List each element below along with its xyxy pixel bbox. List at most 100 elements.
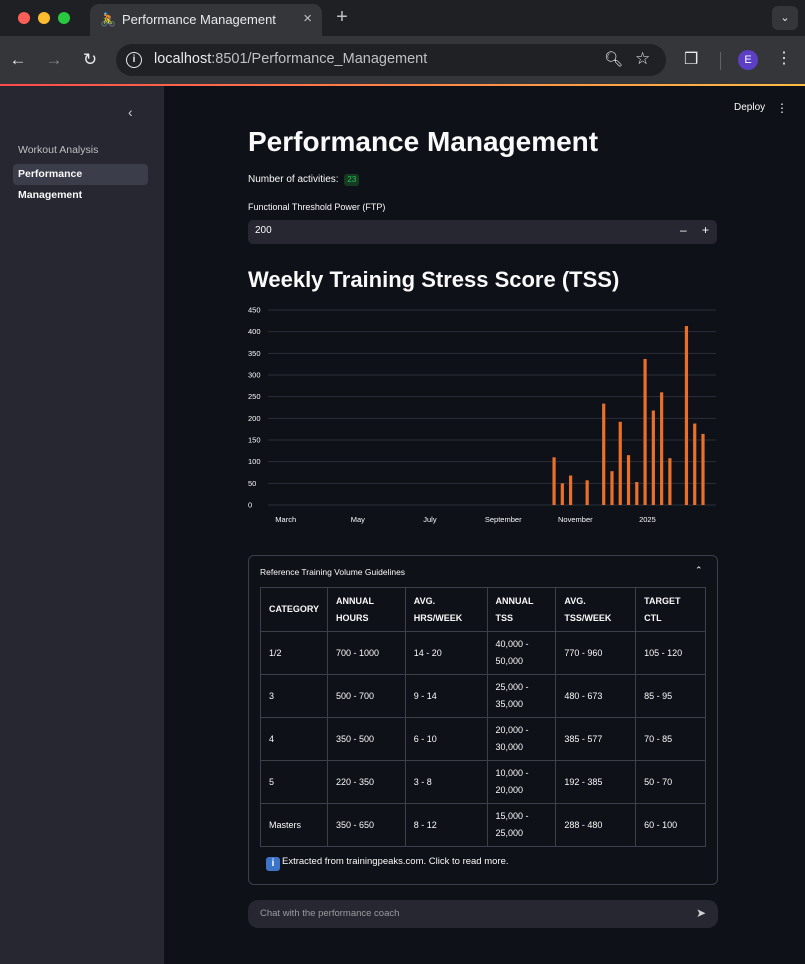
y-tick-label: 0 xyxy=(248,501,252,510)
browser-menu-icon[interactable]: ⋮ xyxy=(776,48,792,68)
ftp-number-input[interactable]: 200 – + xyxy=(248,220,717,244)
ftp-increment-button[interactable]: + xyxy=(702,223,709,237)
table-cell-text: 480 - 673 xyxy=(564,690,603,701)
profile-avatar[interactable]: E xyxy=(738,50,758,70)
column-header-text: CATEGORY xyxy=(269,604,320,614)
tss-bar xyxy=(635,482,639,505)
table-cell-text: 6 - 10 xyxy=(413,733,437,744)
tss-bar xyxy=(668,458,672,505)
y-tick-label: 450 xyxy=(248,306,261,315)
new-tab-button[interactable]: + xyxy=(332,6,352,29)
tss-bar xyxy=(569,475,573,505)
table-cell: 40,000 - 50,000 xyxy=(486,631,557,675)
guidelines-expander: Reference Training Volume Guidelines ⌃ C… xyxy=(248,555,718,885)
tss-bar xyxy=(602,403,606,505)
tab-close-icon[interactable]: × xyxy=(303,10,312,27)
site-info-icon[interactable]: i xyxy=(126,52,142,68)
address-bar[interactable]: i localhost:8501/Performance_Management … xyxy=(116,44,666,76)
column-header: AVG. TSS/WEEK xyxy=(555,587,637,632)
table-cell-text: 70 - 85 xyxy=(644,733,673,744)
tss-bar xyxy=(651,410,655,505)
table-cell: 350 - 500 xyxy=(327,717,406,761)
send-icon[interactable]: ➤ xyxy=(696,906,706,920)
cyclist-icon: 🚴 xyxy=(100,12,117,27)
tss-bar xyxy=(684,326,689,505)
column-header-text: ANNUAL xyxy=(495,595,534,606)
chat-placeholder[interactable]: Chat with the performance coach xyxy=(260,908,399,919)
maximize-window-button[interactable] xyxy=(58,12,70,24)
ftp-value[interactable]: 200 xyxy=(255,225,272,236)
table-cell-text: 60 - 100 xyxy=(644,819,678,830)
sidebar-item-workout-analysis[interactable]: Workout Analysis xyxy=(13,140,148,161)
bookmark-star-icon[interactable]: ☆ xyxy=(635,49,650,69)
ftp-label: Functional Threshold Power (FTP) xyxy=(248,202,386,212)
table-cell-text: 3 xyxy=(269,690,275,701)
activities-count-badge: 23 xyxy=(344,174,360,186)
collapse-sidebar-chevron-icon[interactable]: ‹ xyxy=(128,104,133,120)
column-header-text: TSS xyxy=(495,612,514,623)
table-row: 4 350 - 500 6 - 10 20,000 - 30,000 385 - 577 7… xyxy=(259,717,706,761)
sidebar-item-performance-management[interactable]: Performance Management xyxy=(13,164,148,201)
zoom-icon[interactable]: 🔍︎ xyxy=(604,50,623,68)
y-tick-label: 150 xyxy=(248,436,261,445)
close-window-button[interactable] xyxy=(18,12,30,24)
forward-arrow-icon[interactable]: → xyxy=(44,50,64,70)
table-cell-text: 10,000 - xyxy=(495,768,529,778)
page-title: Performance Management xyxy=(248,126,599,157)
table-cell: Masters xyxy=(259,803,329,847)
chevron-up-icon[interactable]: ⌃ xyxy=(695,565,703,576)
table-cell: 480 - 673 xyxy=(555,674,637,718)
browser-tab[interactable]: 🚴 Performance Management × xyxy=(90,4,322,36)
tss-bar xyxy=(693,423,697,505)
column-header-text: ANNUAL xyxy=(336,595,375,606)
table-cell: 3 xyxy=(259,674,329,718)
minimize-window-button[interactable] xyxy=(38,12,50,24)
table-cell-text: 25,000 - xyxy=(495,682,529,692)
back-arrow-icon[interactable]: ← xyxy=(8,50,28,70)
table-cell: 60 - 100 xyxy=(635,803,706,847)
tss-bar-chart: 0 50 100 150 200 250 300 350 400 450 March May July S… xyxy=(248,306,716,524)
table-cell-text: 105 - 120 xyxy=(644,647,683,658)
table-cell: 220 - 350 xyxy=(327,760,406,804)
x-tick-label: 2025 xyxy=(639,515,656,524)
source-note-text[interactable]: Extracted from trainingpeaks.com. Click … xyxy=(282,856,509,867)
table-cell-text: 500 - 700 xyxy=(336,690,375,701)
column-header-text: AVG. xyxy=(413,595,436,606)
source-note[interactable]: i Extracted from trainingpeaks.com. Click… xyxy=(266,856,509,871)
y-tick-label: 350 xyxy=(248,349,261,358)
table-header-row: CATEGORY ANNUAL HOURS AVG. HRS/WEEK ANNUAL TSS… xyxy=(259,587,706,632)
table-cell: 500 - 700 xyxy=(327,674,406,718)
table-cell: 288 - 480 xyxy=(555,803,637,847)
y-tick-label: 50 xyxy=(248,479,256,488)
y-tick-label: 400 xyxy=(248,327,261,336)
table-cell-text: 350 - 500 xyxy=(336,733,375,744)
chat-input[interactable]: Chat with the performance coach ➤ xyxy=(248,900,718,928)
ftp-decrement-button[interactable]: – xyxy=(680,223,687,237)
table-cell: 8 - 12 xyxy=(404,803,488,847)
extensions-puzzle-icon[interactable]: ❒ xyxy=(684,49,698,69)
app-menu-icon[interactable]: ⋮ xyxy=(776,101,788,115)
tss-bar xyxy=(643,358,647,505)
table-cell-text: 25,000 xyxy=(495,828,524,838)
tab-search-button[interactable]: ⌄ xyxy=(772,6,798,30)
info-icon: i xyxy=(266,857,280,871)
url-host: localhost xyxy=(154,51,212,67)
activities-label: Number of activities: xyxy=(248,174,339,185)
column-header: CATEGORY xyxy=(259,587,329,632)
table-cell-text: 20,000 xyxy=(495,785,524,795)
tss-bar xyxy=(626,455,631,505)
table-cell-text: 288 - 480 xyxy=(564,819,603,830)
y-tick-label: 300 xyxy=(248,371,261,380)
table-cell-text: 9 - 14 xyxy=(413,690,437,701)
column-header: ANNUAL HOURS xyxy=(327,587,406,632)
reload-icon[interactable]: ↻ xyxy=(80,50,100,70)
table-cell-text: 1/2 xyxy=(269,647,282,658)
expander-title[interactable]: Reference Training Volume Guidelines xyxy=(260,567,405,577)
deploy-button[interactable]: Deploy xyxy=(734,102,765,113)
table-cell: 14 - 20 xyxy=(404,631,488,675)
table-cell-text: 14 - 20 xyxy=(413,647,442,658)
table-cell-text: 50 - 70 xyxy=(644,776,673,787)
browser-titlebar: 🚴 Performance Management × + ⌄ xyxy=(0,0,805,36)
table-row: 1/2 700 - 1000 14 - 20 40,000 - 50,000 770 - … xyxy=(259,631,706,675)
tss-bar xyxy=(701,433,705,505)
